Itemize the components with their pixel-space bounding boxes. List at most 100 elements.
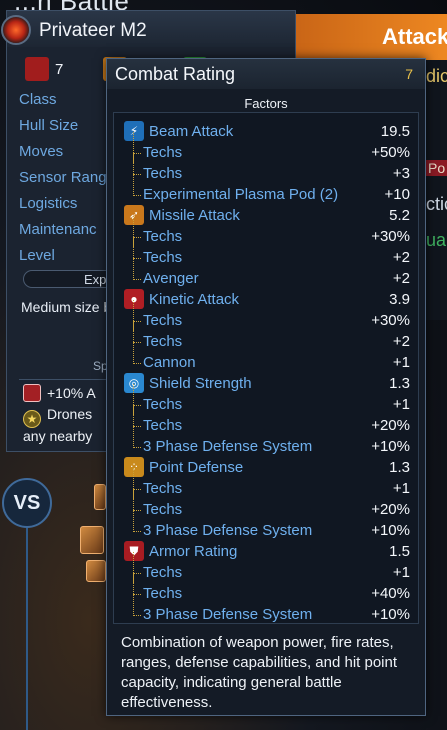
factor-modifier-value: +30% (371, 228, 410, 245)
factor-modifier-row: Techs +20% (124, 405, 410, 436)
factor-modifier-value: +10% (371, 522, 410, 539)
factor-modifier-value: +1 (392, 480, 410, 497)
factor-modifier-label: Avenger (143, 270, 199, 287)
factor-modifier-row: Techs +40% (124, 573, 410, 604)
factor-modifier-row: 3 Phase Defense System +10% (124, 594, 410, 625)
stat-label-moves: Moves (19, 143, 64, 160)
factor-modifier-label: Techs (143, 165, 183, 182)
ability-text: Drones (47, 406, 93, 422)
factor-modifier-row: Avenger +2 (124, 258, 410, 289)
factors-list: ⚡ Beam Attack 19.5 Techs +50% Techs +3 Experime… (113, 112, 419, 624)
stat-label-logistics: Logistics (19, 195, 78, 212)
star-icon: ★ (23, 410, 41, 428)
stat-label-sensor-range: Sensor Rang (19, 169, 107, 186)
factor-category: ⚡ Beam Attack 19.5 (124, 121, 410, 142)
factor-category-value: 1.3 (389, 375, 410, 392)
armor-rating-icon: ⛊ (124, 541, 144, 561)
kinetic-weapon-icon (25, 57, 49, 81)
factor-modifier-row: Techs +20% (124, 489, 410, 520)
ship-sprite (94, 484, 106, 510)
tree-branch (133, 195, 141, 196)
factor-modifier-value: +2 (392, 333, 410, 350)
factor-modifier-label: 3 Phase Defense System (143, 522, 313, 539)
factor-modifier-label: Techs (143, 501, 183, 518)
tree-branch (133, 447, 141, 448)
factor-modifier-value: +2 (392, 249, 410, 266)
versus-badge: VS (2, 478, 52, 528)
tree-line (133, 174, 134, 196)
combat-rating-tooltip: Combat Rating 7 Factors ⚡ Beam Attack 19.5… (106, 58, 426, 716)
tree-branch (133, 342, 141, 343)
factor-modifier-value: +1 (392, 564, 410, 581)
factor-modifier-label: Techs (143, 144, 183, 161)
right-fragment-text: Po (426, 160, 447, 176)
right-fragment-text: ctic (426, 194, 447, 214)
stat-chip-value: 7 (55, 61, 64, 78)
factor-category: ➶ Missile Attack 5.2 (124, 205, 410, 226)
tooltip-title: Combat Rating (115, 64, 236, 84)
ship-sprite (80, 526, 104, 554)
right-fragment-text: dic (426, 66, 447, 86)
factor-modifier-value: +1 (392, 396, 410, 413)
factor-modifier-value: +20% (371, 417, 410, 434)
ability-row: ★ Drones (23, 406, 92, 428)
factor-modifier-label: 3 Phase Defense System (143, 606, 313, 623)
tree-branch (133, 405, 141, 406)
factor-modifier-label: Techs (143, 417, 183, 434)
factor-category-value: 1.3 (389, 459, 410, 476)
factor-modifier-value: +2 (392, 270, 410, 287)
tree-branch (133, 279, 141, 280)
tree-line (133, 258, 134, 280)
stat-label-hull-size: Hull Size (19, 117, 79, 134)
ability-row: +10% A (23, 384, 96, 402)
factor-category: ⛊ Armor Rating 1.5 (124, 541, 410, 562)
ship-sprite (86, 560, 106, 582)
factors-heading: Factors (244, 96, 288, 111)
tree-branch (133, 615, 141, 616)
ability-row: any nearby (23, 428, 92, 444)
tree-branch (133, 510, 141, 511)
factor-modifier-label: Techs (143, 333, 183, 350)
factor-modifier-value: +20% (371, 501, 410, 518)
factor-category-label: Kinetic Attack (149, 291, 240, 308)
tree-branch (133, 531, 141, 532)
factor-category: ⁘ Point Defense 1.3 (124, 457, 410, 478)
attack-banner[interactable]: Attack (288, 14, 447, 60)
factor-category-value: 3.9 (389, 291, 410, 308)
ship-class-icon (1, 15, 31, 45)
tree-branch (133, 237, 141, 238)
ability-text: +10% A (47, 385, 96, 401)
factor-modifier-row: 3 Phase Defense System +10% (124, 510, 410, 541)
factor-category-value: 19.5 (380, 123, 410, 140)
factor-modifier-label: Techs (143, 564, 183, 581)
tooltip-header: Combat Rating 7 (107, 59, 425, 89)
beam-attack-icon: ⚡ (124, 121, 144, 141)
factor-modifier-value: +10% (371, 438, 410, 455)
factor-category-label: Shield Strength (149, 375, 252, 392)
tree-branch (133, 489, 141, 490)
missile-attack-icon: ➶ (124, 205, 144, 225)
factor-modifier-row: Techs +1 (124, 384, 410, 415)
factor-modifier-row: Techs +50% (124, 132, 410, 163)
factor-modifier-value: +30% (371, 312, 410, 329)
factor-modifier-value: +10% (371, 606, 410, 623)
factor-modifier-row: Techs +2 (124, 237, 410, 268)
factor-modifier-row: Techs +30% (124, 300, 410, 331)
combat-rating-value: 7 (405, 66, 413, 82)
tree-line (133, 342, 134, 364)
factor-category: ● Kinetic Attack 3.9 (124, 289, 410, 310)
factor-modifier-row: Experimental Plasma Pod (2) +10 (124, 174, 410, 205)
factor-category-label: Point Defense (149, 459, 244, 476)
factor-modifier-label: 3 Phase Defense System (143, 438, 313, 455)
experience-label: Exp (84, 272, 107, 287)
stat-label-class: Class (19, 91, 57, 108)
tree-branch (133, 321, 141, 322)
right-panel-fragment: dic Po ctic ua (426, 60, 447, 320)
factor-category-value: 5.2 (389, 207, 410, 224)
tree-line (133, 510, 134, 532)
factor-modifier-value: +3 (392, 165, 410, 182)
factor-category: ◎ Shield Strength 1.3 (124, 373, 410, 394)
ship-name: Privateer M2 (39, 20, 147, 41)
tree-branch (133, 363, 141, 364)
tree-branch (133, 594, 141, 595)
